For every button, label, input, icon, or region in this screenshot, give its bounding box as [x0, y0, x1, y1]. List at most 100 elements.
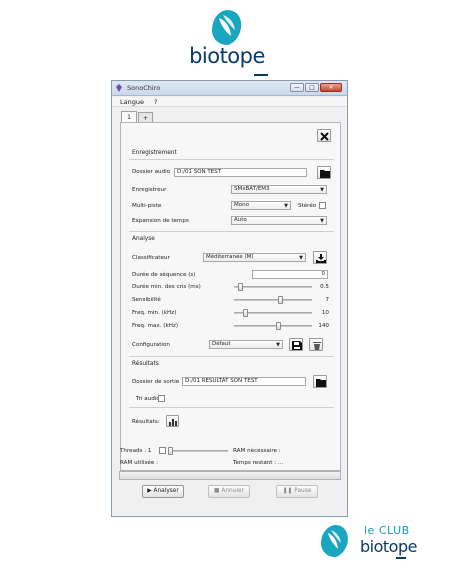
menu-help[interactable]: ?: [154, 98, 157, 106]
dossier-audio-field[interactable]: D:/01 SON TEST: [174, 168, 307, 177]
parameter-slider[interactable]: [234, 296, 312, 304]
tri-audio-checkbox[interactable]: [158, 395, 165, 402]
resultats-label: Résultats:: [132, 419, 160, 425]
dossier-sortie-field[interactable]: D:/01 RESULTAT SON TEST: [182, 377, 306, 386]
butterfly-logo-icon: [321, 525, 348, 557]
expansion-label: Expansion de temps: [132, 218, 189, 224]
download-icon: [316, 254, 326, 263]
divider: [129, 356, 334, 357]
biotope-logo: biotope: [172, 8, 282, 78]
bar-chart-icon: [169, 419, 177, 426]
configuration-select[interactable]: Défaut ▼: [209, 340, 283, 349]
slider-label: Freq. max. (kHz): [132, 323, 179, 329]
save-icon: [292, 341, 302, 350]
close-icon: [320, 132, 329, 141]
wordmark-underline: [254, 74, 268, 76]
club-biotope-logo: le CLUB biotope: [320, 520, 435, 570]
enregistreur-value: SMxBAT/EM3: [234, 186, 270, 192]
analyser-label: Analyser: [153, 488, 179, 494]
section-enregistrement: Enregistrement: [132, 150, 177, 156]
slider-thumb[interactable]: [238, 283, 243, 291]
minimize-button[interactable]: —: [290, 83, 304, 92]
classificateur-value: Méditerranée (M): [206, 254, 254, 260]
duree-sequence-field[interactable]: 0: [252, 270, 328, 279]
trash-icon: [313, 342, 321, 350]
parameter-slider[interactable]: [234, 322, 312, 330]
divider: [129, 231, 334, 232]
threads-label: Threads : 1: [120, 448, 152, 454]
configuration-value: Défaut: [212, 341, 231, 347]
tri-audio-label: Tri audio: [136, 396, 160, 402]
browse-audio-button[interactable]: [317, 166, 331, 179]
multipiste-label: Multi-piste: [132, 203, 162, 209]
expansion-select[interactable]: Auto ▼: [231, 216, 327, 225]
slider-value: 7: [325, 297, 329, 303]
enregistreur-label: Enregistreur: [132, 187, 167, 193]
stereo-checkbox[interactable]: [319, 202, 326, 209]
save-config-button[interactable]: [289, 338, 303, 351]
close-tab-button[interactable]: [317, 129, 331, 142]
chevron-down-icon: ▼: [320, 187, 324, 193]
threads-checkbox[interactable]: [159, 447, 166, 454]
progress-bar: [119, 471, 341, 480]
slider-track: [234, 325, 312, 327]
section-analyse: Analyse: [132, 236, 155, 242]
threads-slider[interactable]: [168, 447, 228, 455]
sonochiro-window: SonoChiro — □ ✕ Langue ? 1 + Enregistrem…: [111, 80, 348, 517]
expansion-value: Auto: [234, 217, 247, 223]
multipiste-value: Mono: [234, 202, 249, 208]
pause-label: Pause: [294, 488, 312, 494]
pause-icon: ❚❚: [282, 488, 295, 494]
slider-label: Freq. min. (kHz): [132, 310, 177, 316]
chevron-down-icon: ▼: [284, 203, 288, 209]
delete-config-button[interactable]: [309, 338, 323, 351]
title-bar[interactable]: SonoChiro — □ ✕: [112, 81, 347, 96]
parameter-slider[interactable]: [234, 309, 312, 317]
chevron-down-icon: ▼: [276, 342, 280, 348]
maximize-button[interactable]: □: [305, 83, 319, 92]
classificateur-label: Classificateur: [132, 255, 170, 261]
slider-thumb[interactable]: [243, 309, 248, 317]
browse-output-button[interactable]: [313, 375, 327, 388]
wordmark-underline: [396, 557, 406, 559]
folder-icon: [320, 170, 330, 178]
ram-necessaire-label: RAM nécessaire :: [233, 448, 281, 454]
slider-thumb[interactable]: [276, 322, 281, 330]
slider-label: Sensibilité: [132, 297, 161, 303]
butterfly-logo-icon: [212, 10, 242, 45]
slider-thumb[interactable]: [168, 447, 173, 455]
multipiste-select[interactable]: Mono ▼: [231, 201, 291, 210]
chevron-down-icon: ▼: [320, 218, 324, 224]
stereo-label: Stéréo: [298, 203, 317, 209]
slider-label: Durée min. des cris (ms): [132, 284, 201, 290]
divider: [129, 159, 334, 160]
analyser-button[interactable]: ▶ Analyser: [142, 485, 184, 498]
classificateur-select[interactable]: Méditerranée (M) ▼: [203, 253, 306, 262]
dossier-sortie-label: Dossier de sortie: [132, 379, 180, 385]
divider: [129, 407, 334, 408]
tab-panel: Enregistrement Dossier audio D:/01 SON T…: [120, 122, 341, 471]
slider-value: 0.5: [320, 284, 329, 290]
annuler-label: Annuler: [221, 488, 244, 494]
section-resultats: Résultats: [132, 361, 159, 367]
club-text: le CLUB: [364, 524, 410, 537]
close-window-button[interactable]: ✕: [320, 83, 342, 92]
configuration-label: Configuration: [132, 342, 170, 348]
folder-icon: [316, 379, 326, 387]
pause-button[interactable]: ❚❚ Pause: [276, 485, 318, 498]
menu-langue[interactable]: Langue: [120, 98, 144, 106]
chevron-down-icon: ▼: [299, 255, 303, 261]
dossier-audio-label: Dossier audio: [132, 169, 171, 175]
enregistreur-select[interactable]: SMxBAT/EM3 ▼: [231, 185, 327, 194]
parameter-slider[interactable]: [234, 283, 312, 291]
slider-track: [234, 286, 312, 288]
ram-utilisee-label: RAM utilisée :: [120, 460, 158, 466]
biotope-wordmark: biotope: [189, 44, 265, 68]
temps-restant-label: Temps restant : ...: [233, 460, 284, 466]
annuler-button[interactable]: ■ Annuler: [208, 485, 250, 498]
slider-thumb[interactable]: [278, 296, 283, 304]
app-bat-icon: [116, 84, 122, 92]
view-results-button[interactable]: [166, 415, 179, 427]
menu-bar: Langue ?: [112, 97, 347, 107]
download-classifier-button[interactable]: [313, 251, 327, 264]
